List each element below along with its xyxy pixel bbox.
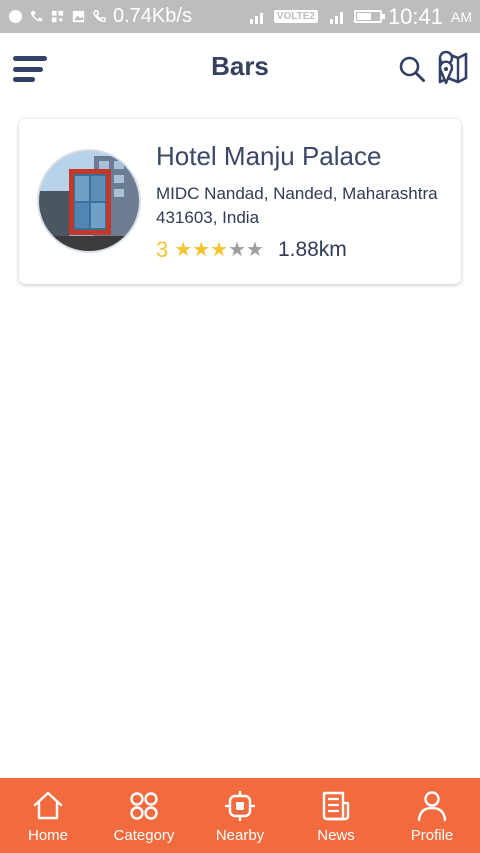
nav-news-label: News	[317, 827, 355, 844]
signal-icon	[249, 12, 263, 24]
chat-icon	[8, 9, 23, 24]
star-icon: ★	[174, 239, 193, 261]
nav-home[interactable]: Home	[0, 778, 96, 853]
app-header: Bars	[0, 33, 480, 105]
image-icon	[72, 10, 85, 23]
news-icon	[322, 791, 350, 821]
status-bar: 0.74Kb/s VOLTE2 10:41 AM	[0, 0, 480, 33]
battery-icon	[353, 10, 385, 23]
rating-row: 3 ★ ★ ★ ★ ★ 1.88km	[156, 237, 347, 263]
star-icon: ★	[210, 239, 229, 261]
hotel-name[interactable]: Hotel Manju Palace	[156, 141, 381, 172]
nav-profile-label: Profile	[410, 827, 454, 844]
distance: 1.88km	[277, 238, 347, 261]
map-icon[interactable]	[436, 50, 470, 86]
call-wifi-icon	[93, 10, 106, 22]
star-icon: ★	[228, 239, 246, 261]
profile-icon	[417, 791, 447, 822]
star-icon: ★	[192, 239, 211, 261]
star-icon: ★	[246, 239, 264, 261]
phone-icon	[30, 10, 43, 22]
hotel-building-image	[39, 151, 139, 251]
nav-home-label: Home	[27, 827, 68, 844]
bottom-nav: Home Category Nearby News Profile	[0, 778, 480, 853]
search-icon[interactable]	[398, 55, 426, 83]
hotel-address: MIDC Nandad, Nanded, Maharashtra 431603,…	[156, 184, 438, 227]
nav-nearby[interactable]: Nearby	[192, 778, 288, 853]
rating-value: 3	[156, 237, 169, 262]
status-left: 0.74Kb/s	[8, 5, 192, 28]
category-icon	[130, 792, 158, 820]
nav-news[interactable]: News	[288, 778, 384, 853]
listing-card[interactable]: Hotel Manju Palace MIDC Nandad, Nanded, …	[19, 119, 461, 284]
status-right: VOLTE2 10:41 AM	[248, 4, 472, 30]
nav-profile[interactable]: Profile	[384, 778, 480, 853]
nav-category[interactable]: Category	[96, 778, 192, 853]
nav-category-label: Category	[113, 827, 175, 844]
status-time: 10:41	[387, 3, 443, 29]
nav-nearby-label: Nearby	[215, 827, 265, 844]
hotel-image	[37, 149, 141, 253]
home-icon	[33, 791, 63, 820]
network-speed: 0.74Kb/s	[113, 5, 192, 27]
grid-icon	[51, 10, 64, 23]
star-rating: ★ ★ ★ ★ ★	[174, 240, 264, 260]
nearby-icon	[225, 791, 255, 821]
volte-badge: VOLTE2	[273, 10, 318, 23]
signal-4g-icon	[329, 11, 343, 24]
status-ampm: AM	[451, 8, 472, 25]
